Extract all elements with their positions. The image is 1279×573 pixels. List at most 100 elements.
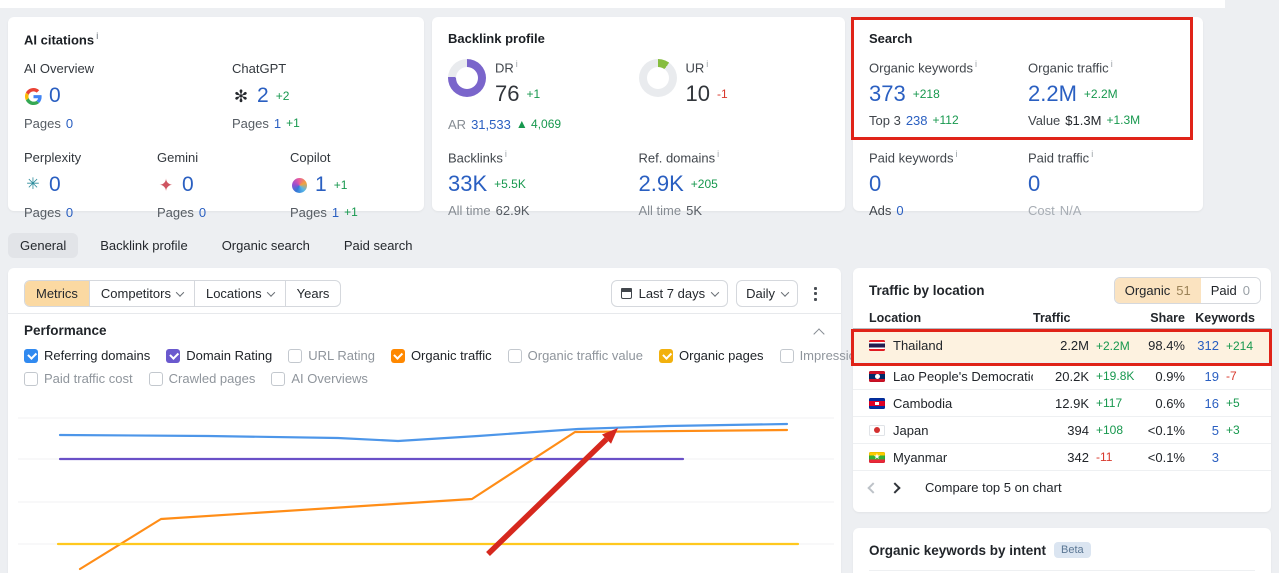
column-traffic: Traffic — [1033, 311, 1071, 325]
ur-value: 10 — [685, 81, 710, 107]
info-icon[interactable]: i — [975, 59, 977, 69]
tab-backlink-profile[interactable]: Backlink profile — [88, 233, 199, 258]
metric-toggle-organic-pages[interactable]: Organic pages — [659, 348, 764, 363]
location-row-laos[interactable]: Lao People's Democratic Reput 20.2K +19.… — [853, 363, 1271, 390]
locations-dropdown[interactable]: Locations — [195, 281, 286, 306]
pages-count[interactable]: 0 — [66, 116, 73, 131]
ai-citations-count[interactable]: 0 — [182, 173, 194, 197]
info-icon[interactable]: i — [96, 31, 99, 41]
info-icon[interactable]: i — [505, 149, 507, 159]
info-icon[interactable]: i — [706, 59, 708, 69]
metric-toggle-organic-traffic[interactable]: Organic traffic — [390, 348, 492, 363]
checkbox — [390, 348, 405, 363]
myanmar-flag-icon — [869, 451, 885, 463]
info-icon[interactable]: i — [1091, 149, 1093, 159]
tab-general[interactable]: General — [8, 233, 79, 258]
compare-top5-link[interactable]: Compare top 5 on chart — [925, 480, 1062, 495]
performance-chart[interactable] — [8, 392, 841, 573]
metric-toggle-url-rating[interactable]: URL Rating — [288, 348, 375, 363]
checkbox — [271, 371, 286, 386]
backlinks-value[interactable]: 33K — [448, 171, 487, 197]
paid-traffic-value[interactable]: 0 — [1028, 171, 1040, 197]
section-tabs: General Backlink profile Organic search … — [8, 233, 425, 258]
pages-count[interactable]: 0 — [199, 205, 206, 220]
ai-citation-item-gemini: Gemini ✦ 0 Pages 0 — [157, 150, 290, 220]
chevron-down-icon — [710, 287, 720, 297]
backlinks-alltime-value: 62.9K — [495, 203, 530, 219]
backlinks-label: Backlinks i — [448, 149, 507, 166]
ref-domains-value[interactable]: 2.9K — [639, 171, 684, 197]
traffic-type-toggle: Organic 51 Paid 0 — [1113, 277, 1261, 304]
info-icon[interactable]: i — [956, 149, 958, 159]
location-row-myanmar[interactable]: Myanmar 342 -11 <0.1% 3 — [853, 444, 1271, 471]
info-icon[interactable]: i — [1111, 59, 1113, 69]
column-share: Share — [1150, 311, 1185, 325]
chart-filter-group: Metrics Competitors Locations Years — [24, 280, 342, 307]
organic-keywords-change: +218 — [912, 87, 940, 102]
traffic-by-location-card: Traffic by location Organic 51 Paid 0 Loca… — [853, 268, 1271, 512]
checkbox — [166, 348, 181, 363]
backlinks-alltime-label: All time — [448, 203, 491, 219]
ai-citations-count[interactable]: 0 — [49, 173, 61, 197]
previous-page-button[interactable] — [867, 481, 879, 494]
chatgpt-icon: ✻ — [233, 86, 249, 106]
metric-toggle-crawled-pages[interactable]: Crawled pages — [148, 371, 255, 386]
value-change: +1.3M — [1106, 113, 1141, 128]
paid-keywords-value[interactable]: 0 — [869, 171, 881, 197]
checkbox — [24, 348, 38, 363]
paid-toggle[interactable]: Paid 0 — [1200, 278, 1260, 303]
ar-value[interactable]: 31,533 — [471, 117, 511, 132]
more-options-button[interactable] — [806, 281, 825, 307]
ai-source-name: Copilot — [290, 150, 331, 166]
pages-count[interactable]: 1 — [274, 116, 281, 131]
ai-citations-count[interactable]: 0 — [49, 84, 61, 108]
years-button[interactable]: Years — [286, 281, 341, 306]
ar-label: AR — [448, 117, 467, 133]
metrics-button[interactable]: Metrics — [25, 281, 90, 306]
paid-keywords-label: Paid keywords i — [869, 149, 958, 166]
location-row-cambodia[interactable]: Cambodia 12.9K +117 0.6% 16 +5 — [853, 390, 1271, 417]
ads-value[interactable]: 0 — [896, 203, 903, 218]
location-row-thailand[interactable]: Thailand 2.2M +2.2M 98.4% 312 +214 — [853, 329, 1271, 363]
backlinks-change: +5.5K — [494, 177, 526, 192]
organic-toggle[interactable]: Organic 51 — [1114, 278, 1201, 303]
top3-change: +112 — [932, 113, 959, 128]
pages-count[interactable]: 0 — [66, 205, 73, 220]
tab-organic-search[interactable]: Organic search — [210, 233, 322, 258]
metric-toggles-row-2: Paid traffic cost Crawled pages AI Overv… — [24, 371, 825, 386]
ur-change: -1 — [716, 87, 728, 102]
copilot-icon — [290, 176, 308, 194]
ai-citation-item-copilot: Copilot 1 +1 Pages 1 +1 — [290, 150, 408, 220]
next-page-button[interactable] — [889, 481, 901, 494]
ai-source-name: ChatGPT — [232, 61, 287, 77]
location-row-japan[interactable]: Japan 394 +108 <0.1% 5 +3 — [853, 417, 1271, 444]
metric-toggle-organic-traffic-value[interactable]: Organic traffic value — [507, 348, 643, 363]
top3-label: Top 3 — [869, 113, 901, 129]
collapse-section-icon[interactable] — [813, 328, 825, 340]
metric-toggle-ai-overviews[interactable]: AI Overviews — [271, 371, 368, 386]
checkbox — [659, 348, 673, 363]
info-icon[interactable]: i — [717, 149, 719, 159]
organic-keywords-value[interactable]: 373 — [869, 81, 906, 107]
column-keywords: Keywords — [1195, 311, 1255, 325]
info-icon[interactable]: i — [516, 59, 518, 69]
metric-toggle-referring-domains[interactable]: Referring domains — [24, 348, 150, 363]
top3-value[interactable]: 238 — [906, 113, 928, 128]
laos-flag-icon — [869, 370, 885, 382]
granularity-dropdown[interactable]: Daily — [736, 280, 798, 307]
metric-toggle-paid-traffic-cost[interactable]: Paid traffic cost — [24, 371, 133, 386]
value-label: Value — [1028, 113, 1061, 129]
checkbox — [779, 348, 794, 363]
date-range-dropdown[interactable]: Last 7 days — [610, 280, 729, 307]
ref-domains-alltime-label: All time — [638, 203, 682, 219]
competitors-dropdown[interactable]: Competitors — [90, 281, 195, 306]
ai-citations-count[interactable]: 1 — [315, 173, 327, 197]
metric-toggle-domain-rating[interactable]: Domain Rating — [166, 348, 272, 363]
organic-traffic-value[interactable]: 2.2M — [1028, 81, 1077, 107]
paid-traffic-label: Paid traffic i — [1028, 149, 1094, 166]
organic-keywords-label: Organic keywords i — [869, 59, 978, 76]
ai-citations-count[interactable]: 2 — [257, 84, 269, 108]
beta-badge: Beta — [1054, 542, 1091, 558]
pages-count[interactable]: 1 — [332, 205, 339, 220]
tab-paid-search[interactable]: Paid search — [332, 233, 425, 258]
